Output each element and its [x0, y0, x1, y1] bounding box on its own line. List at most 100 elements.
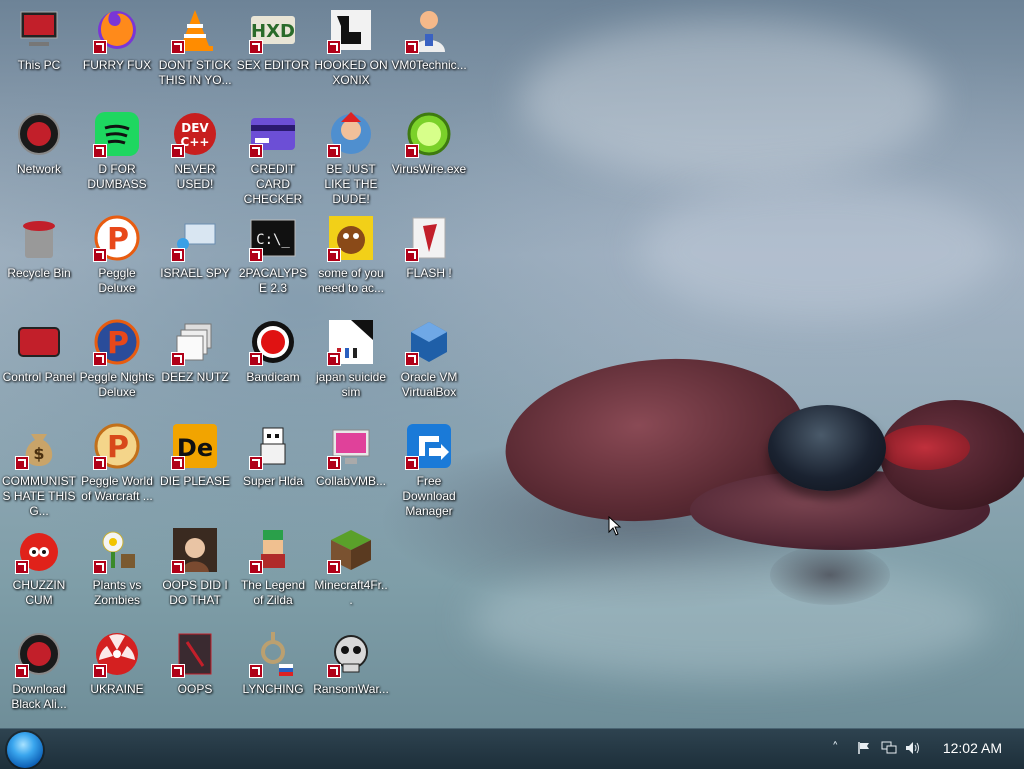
desktop-icon-label: SEX EDITOR [236, 58, 310, 72]
desktop-icon[interactable]: japan suicide sim [312, 314, 390, 418]
desktop-icon[interactable]: HXD SEX EDITOR [234, 2, 312, 106]
desktop-icon[interactable]: DEV C++ NEVER USED! [156, 106, 234, 210]
desktop-icon-label: HOOKED ON XONIX [314, 58, 388, 87]
desktop-icon-label: FURRY FUX [82, 58, 152, 72]
desktop-icon[interactable]: DONT STICK THIS IN YO... [156, 2, 234, 106]
desktop-icon[interactable]: CREDIT CARD CHECKER [234, 106, 312, 210]
desktop-icon[interactable]: HOOKED ON XONIX [312, 2, 390, 106]
technician-person-icon [405, 6, 453, 54]
desktop-icon[interactable]: Super Hlda [234, 418, 312, 522]
desktop-icon[interactable]: DEEZ NUTZ [156, 314, 234, 418]
shortcut-arrow-icon [327, 456, 341, 470]
shortcut-arrow-icon [405, 352, 419, 366]
desktop-icon[interactable]: The Legend of Zilda [234, 522, 312, 626]
desktop-icon[interactable]: D FOR DUMBASS [78, 106, 156, 210]
shortcut-arrow-icon [327, 352, 341, 366]
svg-text:C:\_: C:\_ [256, 232, 290, 248]
svg-text:DEV: DEV [181, 121, 209, 135]
download-manager-icon [405, 422, 453, 470]
desktop-icon[interactable]: C:\_ 2PACALYPSE 2.3 [234, 210, 312, 314]
desktop-icon[interactable]: FURRY FUX [78, 2, 156, 106]
desktop-icon[interactable]: De DIE PLEASE [156, 418, 234, 522]
desktop-icon[interactable]: OOPS [156, 626, 234, 728]
credit-card-icon [249, 110, 297, 158]
desktop-icon-label: Recycle Bin [7, 266, 71, 280]
desktop-icon[interactable]: Download Black Ali... [0, 626, 78, 728]
noose-flag-icon [249, 630, 297, 678]
network-orb-icon [15, 630, 63, 678]
de-app-icon: De [171, 422, 219, 470]
desktop-icon-label: BE JUST LIKE THE DUDE! [324, 162, 378, 206]
desktop-icon[interactable]: CHUZZIN CUM [0, 522, 78, 626]
desktop-icon[interactable]: Plants vs Zombies [78, 522, 156, 626]
desktop-icon[interactable]: LYNCHING [234, 626, 312, 728]
desktop-icon[interactable]: OOPS DID I DO THAT [156, 522, 234, 626]
desktop-icon[interactable]: FLASH ! [390, 210, 468, 314]
shortcut-arrow-icon [249, 144, 263, 158]
shortcut-arrow-icon [15, 560, 29, 574]
desktop-icon[interactable]: Recycle Bin [0, 210, 78, 314]
desktop-icon-label: Free Download Manager [402, 474, 456, 518]
desktop-icon[interactable]: Network [0, 106, 78, 210]
desktop-icon-label: DIE PLEASE [159, 474, 231, 488]
desktop-icon-label: D FOR DUMBASS [87, 162, 147, 191]
shortcut-arrow-icon [249, 248, 263, 262]
peggle-wow-icon: P [93, 422, 141, 470]
desktop-icon[interactable]: VirusWire.exe [390, 106, 468, 210]
desktop-icon[interactable]: some of you need to ac... [312, 210, 390, 314]
dog-icon [327, 214, 375, 262]
shortcut-arrow-icon [171, 560, 185, 574]
desktop-icon[interactable]: RansomWar... [312, 626, 390, 728]
taskbar-clock[interactable]: 12:02 AM [943, 740, 1002, 756]
desktop-icon[interactable]: P Peggle Nights Deluxe [78, 314, 156, 418]
desktop-icon-label: Plants vs Zombies [92, 578, 142, 607]
flag-icon[interactable] [857, 741, 871, 759]
svg-text:HXD: HXD [251, 21, 295, 42]
network-tray-icon[interactable] [881, 741, 897, 759]
desktop-icon-label: The Legend of Zilda [240, 578, 306, 607]
desktop-icon-label: Download Black Ali... [11, 682, 67, 711]
limewire-icon [405, 110, 453, 158]
shortcut-arrow-icon [171, 352, 185, 366]
peggle-nights-icon: P [93, 318, 141, 366]
desktop-icon-label: Bandicam [246, 370, 300, 384]
desktop-icon[interactable]: Bandicam [234, 314, 312, 418]
desktop-icon-label: RansomWar... [313, 682, 389, 696]
wallpaper-reflection [770, 545, 890, 605]
desktop-icon[interactable]: P Peggle World of Warcraft ... [78, 418, 156, 522]
shortcut-arrow-icon [405, 456, 419, 470]
shortcut-arrow-icon [93, 560, 107, 574]
shortcut-arrow-icon [327, 144, 341, 158]
taskbar: ˄ 12:02 AM [0, 728, 1024, 769]
remote-desktop-icon [171, 214, 219, 262]
desktop-icon[interactable]: BE JUST LIKE THE DUDE! [312, 106, 390, 210]
bandicam-icon [249, 318, 297, 366]
desktop-icon[interactable]: P Peggle Deluxe [78, 210, 156, 314]
desktop-icon-label: NEVER USED! [174, 162, 216, 191]
windows-stack-icon [171, 318, 219, 366]
desktop-icon-label: DEEZ NUTZ [161, 370, 229, 384]
wallpaper-droplet [768, 405, 886, 491]
svg-text:P: P [107, 430, 129, 465]
desktop-icon-label: Super Hlda [242, 474, 304, 488]
desktop-icon-label: Peggle World of Warcraft ... [81, 474, 153, 503]
wallpaper-petal [880, 425, 970, 470]
desktop-icon[interactable]: Control Panel [0, 314, 78, 418]
desktop-icon[interactable]: CollabVMB... [312, 418, 390, 522]
volume-icon[interactable] [905, 741, 921, 759]
desktop-icon[interactable]: Free Download Manager [390, 418, 468, 522]
devcpp-icon: DEV C++ [171, 110, 219, 158]
chevron-up-icon[interactable]: ˄ [832, 741, 839, 756]
desktop-icon[interactable]: $ COMMUNISTS HATE THIS G... [0, 418, 78, 522]
desktop-icon[interactable]: Minecraft4Fr... [312, 522, 390, 626]
computer-icon [15, 6, 63, 54]
desktop-icon[interactable]: ISRAEL SPY [156, 210, 234, 314]
start-orb-icon[interactable] [7, 732, 43, 768]
desktop-icon[interactable]: UKRAINE [78, 626, 156, 728]
firefox-icon [93, 6, 141, 54]
desktop-icon[interactable]: VM0Technic... [390, 2, 468, 106]
desktop-icon[interactable]: This PC [0, 2, 78, 106]
desktop-icon-label: 2PACALYPSE 2.3 [238, 266, 308, 295]
control-panel-icon [15, 318, 63, 366]
desktop-icon[interactable]: Oracle VM VirtualBox [390, 314, 468, 418]
